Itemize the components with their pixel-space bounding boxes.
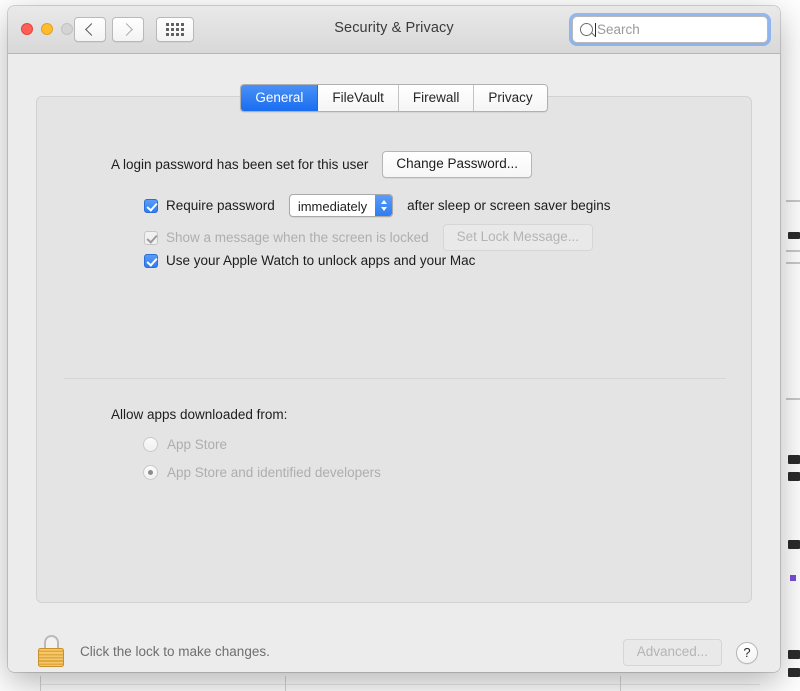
login-password-row: A login password has been set for this u… [111,151,532,178]
background-content-line [788,650,800,659]
app-store-label: App Store [167,437,227,452]
background-content-line [620,676,621,691]
background-content-line [786,200,800,202]
show-lock-message-checkbox [144,231,158,245]
apple-watch-row: Use your Apple Watch to unlock apps and … [144,253,475,268]
background-content-line [788,455,800,464]
require-password-suffix-label: after sleep or screen saver begins [407,198,610,213]
search-placeholder: Search [597,22,640,37]
change-password-button[interactable]: Change Password... [382,151,532,178]
apple-watch-label: Use your Apple Watch to unlock apps and … [166,253,475,268]
require-password-checkbox[interactable] [144,199,158,213]
background-content-line [788,668,800,677]
tab-group: General FileVault Firewall Privacy [240,84,547,112]
chevron-updown-icon [375,195,392,216]
background-content-line [786,398,800,400]
login-password-label: A login password has been set for this u… [111,157,368,172]
background-content-dot [790,575,796,581]
window-footer: Click the lock to make changes. Advanced… [8,625,780,672]
padlock-closed-icon[interactable] [38,635,64,667]
background-content-line [285,676,286,691]
lock-control[interactable]: Click the lock to make changes. [38,635,270,667]
tab-filevault[interactable]: FileVault [318,85,399,111]
search-field[interactable]: Search [572,16,768,43]
tab-privacy[interactable]: Privacy [474,85,546,111]
preferences-body: General FileVault Firewall Privacy A log… [8,54,780,671]
lock-hint-text: Click the lock to make changes. [80,644,270,659]
background-content-line [788,540,800,549]
require-password-interval-value: immediately [290,195,375,216]
security-privacy-window: Security & Privacy Search General FileVa… [8,6,780,672]
background-content-line [788,472,800,481]
app-store-identified-developers-label: App Store and identified developers [167,465,381,480]
app-store-identified-developers-radio [143,465,158,480]
background-content-line [786,262,800,264]
general-tab-panel: A login password has been set for this u… [36,96,752,603]
section-divider [64,378,726,379]
radio-app-store: App Store [143,437,227,452]
show-lock-message-row: Show a message when the screen is locked… [144,224,593,251]
background-content-line [786,250,800,252]
tab-bar: General FileVault Firewall Privacy [8,84,780,112]
require-password-interval-popup[interactable]: immediately [289,194,393,217]
show-lock-message-label: Show a message when the screen is locked [166,230,429,245]
allow-apps-heading: Allow apps downloaded from: [111,407,287,422]
tab-firewall[interactable]: Firewall [399,85,475,111]
tab-general[interactable]: General [241,85,318,111]
window-titlebar: Security & Privacy Search [8,6,780,54]
set-lock-message-button: Set Lock Message... [443,224,593,251]
help-button[interactable]: ? [736,642,758,664]
radio-app-store-identified-developers: App Store and identified developers [143,465,381,480]
app-store-radio [143,437,158,452]
footer-actions: Advanced... ? [623,639,758,666]
advanced-button: Advanced... [623,639,722,666]
background-content-line [40,676,41,691]
background-content-line [40,684,760,685]
search-icon [580,23,593,36]
require-password-label: Require password [166,198,275,213]
background-content-line [788,232,800,239]
text-cursor [595,23,596,37]
apple-watch-checkbox[interactable] [144,254,158,268]
require-password-row: Require password immediately after sleep… [144,194,611,217]
